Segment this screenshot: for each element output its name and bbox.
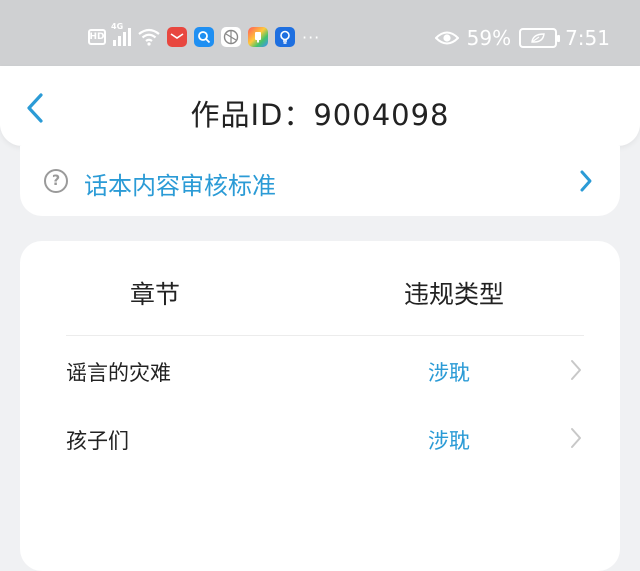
more-notifications-icon: ··· [302,27,321,47]
battery-icon [519,28,561,48]
battery-percent: 59% [466,26,512,50]
chapter-name: 孩子们 [66,429,129,453]
page-title: 作品ID：9004098 [190,98,450,132]
hd-icon: HD [88,29,106,45]
review-standard-label: 话本内容审核标准 [84,172,276,200]
chapter-name: 谣言的灾难 [66,361,171,385]
status-left: HD 4G ··· [88,22,321,47]
violation-type: 涉耽 [428,429,470,453]
column-header-violation-type: 违规类型 [404,280,505,309]
help-icon: ? [44,169,68,193]
gallery-app-icon [248,27,268,47]
tips-app-icon [275,27,295,47]
wifi-icon [138,28,160,46]
status-bar: HD 4G ··· 59% 7:51 [0,0,640,66]
violation-type: 涉耽 [428,361,470,385]
browser-app-icon [221,27,241,47]
huawei-app-icon [167,27,187,47]
clock: 7:51 [565,26,610,50]
violation-table: 章节 违规类型 谣言的灾难 涉耽 孩子们 涉耽 [20,241,620,571]
signal-icon: 4G [111,22,131,46]
eye-comfort-icon [434,31,459,45]
status-right: 59% 7:51 [434,26,610,50]
review-standard-card: ? 话本内容审核标准 [20,146,620,216]
table-row[interactable]: 孩子们 涉耽 [20,413,620,469]
search-app-icon [194,27,214,47]
chevron-right-icon [580,170,592,192]
header-divider [66,335,584,336]
column-header-chapter: 章节 [130,280,181,309]
network-type: 4G [111,22,124,31]
chevron-right-icon [571,360,581,380]
chevron-right-icon [571,428,581,448]
review-standard-link[interactable]: ? 话本内容审核标准 [20,146,620,216]
table-row[interactable]: 谣言的灾难 涉耽 [20,345,620,401]
nav-bar: 作品ID：9004098 [0,66,640,146]
